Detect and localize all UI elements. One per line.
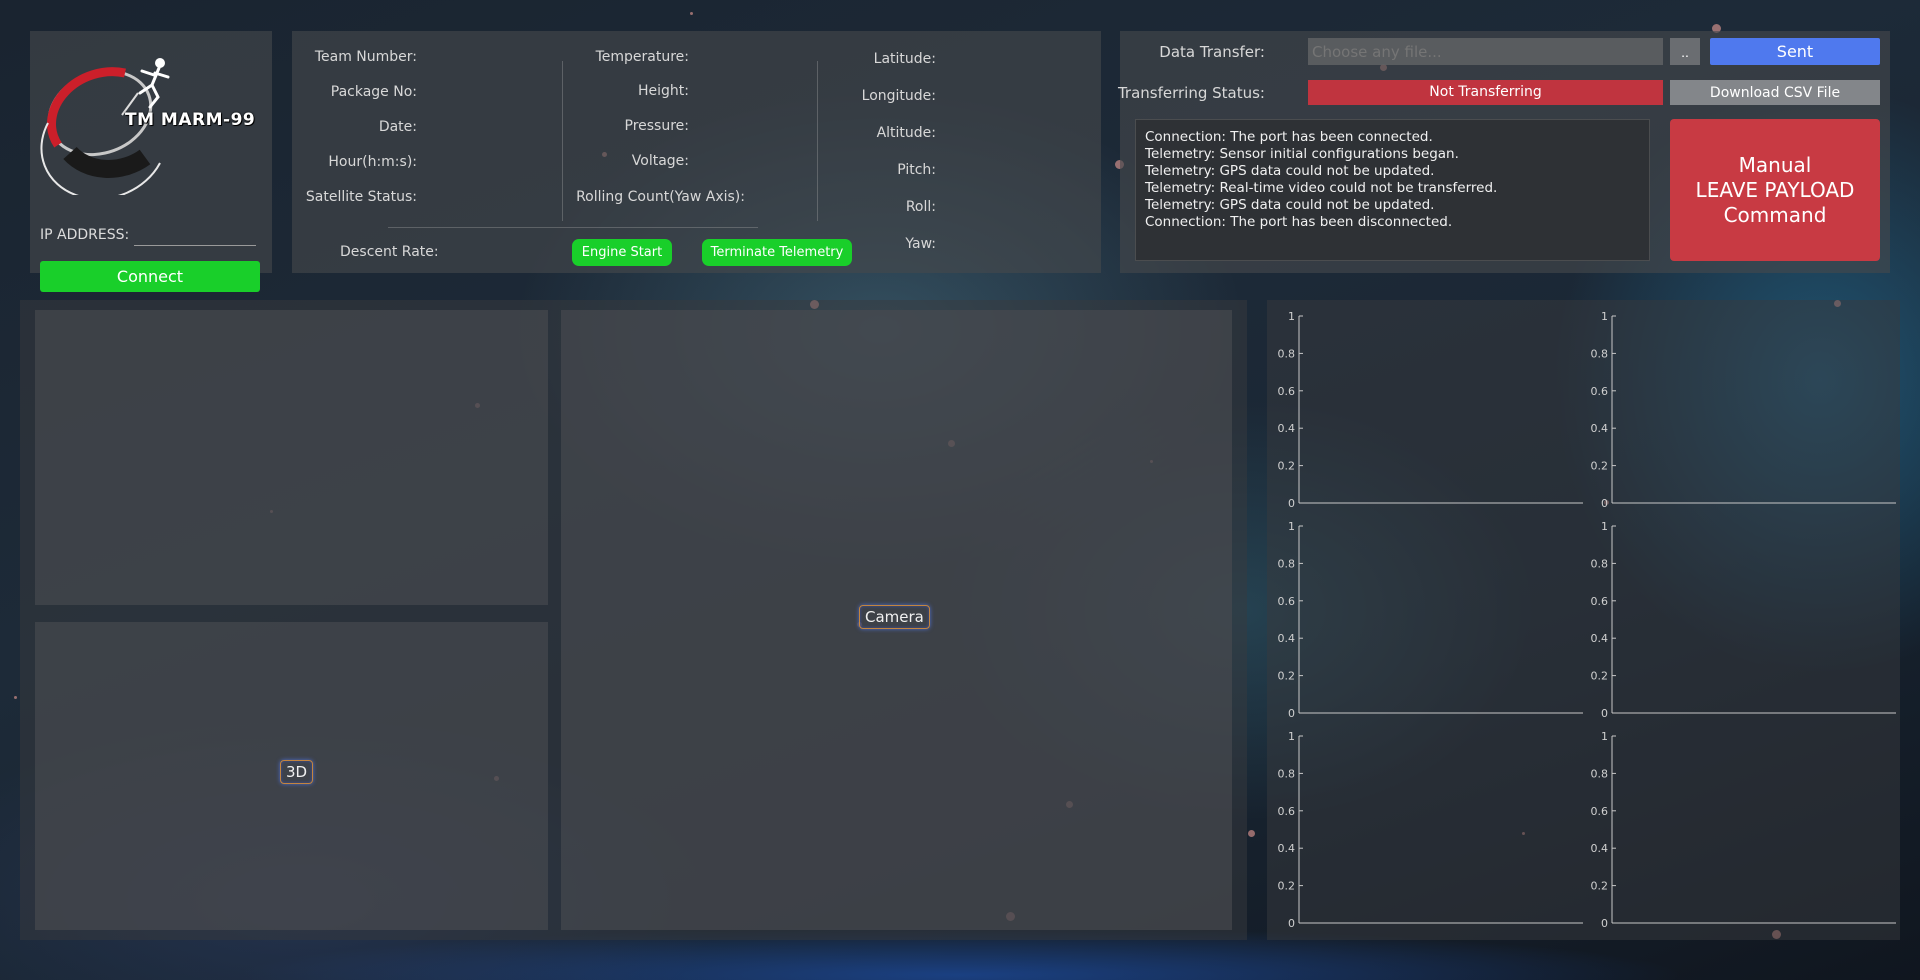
y-tick-label: 0 bbox=[1601, 917, 1608, 930]
satellite-status-label: Satellite Status: bbox=[305, 189, 417, 205]
telemetry-chart-6: 0 0.2 0.4 0.6 0.8 1 bbox=[1590, 728, 1900, 933]
log-line: Telemetry: Real-time video could not be … bbox=[1145, 180, 1498, 196]
y-tick-label: 0.4 bbox=[1278, 632, 1296, 645]
ip-address-label: IP ADDRESS: bbox=[40, 227, 130, 243]
row-divider bbox=[388, 227, 758, 228]
telemetry-chart-1: 0 0.2 0.4 0.6 0.8 1 bbox=[1277, 308, 1587, 513]
camera-view[interactable]: Camera bbox=[561, 310, 1232, 930]
longitude-label: Longitude: bbox=[861, 88, 936, 104]
telemetry-panel: Team Number: Package No: Date: Hour(h:m:… bbox=[292, 31, 1101, 273]
manual-button-line: Command bbox=[1723, 202, 1827, 227]
views-area: 3D Camera bbox=[20, 300, 1247, 940]
y-tick-label: 0.8 bbox=[1591, 347, 1609, 360]
terminate-telemetry-button[interactable]: Terminate Telemetry bbox=[702, 239, 852, 266]
transferring-status-label: Transferring Status: bbox=[1117, 84, 1265, 102]
package-no-label: Package No: bbox=[330, 84, 417, 100]
latitude-label: Latitude: bbox=[873, 51, 936, 67]
y-tick-label: 0 bbox=[1601, 497, 1608, 510]
hour-label: Hour(h:m:s): bbox=[328, 154, 417, 170]
star-speck bbox=[690, 12, 693, 15]
y-tick-label: 0.4 bbox=[1278, 842, 1296, 855]
star-speck bbox=[14, 696, 17, 699]
y-tick-label: 0.6 bbox=[1278, 805, 1296, 818]
star-speck bbox=[1248, 830, 1255, 837]
camera-view-label: Camera bbox=[859, 605, 930, 629]
3d-view[interactable]: 3D bbox=[35, 622, 548, 930]
sent-button[interactable]: Sent bbox=[1710, 38, 1880, 65]
manual-leave-payload-button[interactable]: Manual LEAVE PAYLOAD Command bbox=[1670, 119, 1880, 261]
team-number-label: Team Number: bbox=[314, 49, 417, 65]
transfer-status-badge: Not Transferring bbox=[1308, 80, 1663, 105]
y-tick-label: 0.4 bbox=[1591, 632, 1609, 645]
ip-address-input[interactable] bbox=[134, 224, 256, 246]
column-divider bbox=[562, 61, 563, 221]
y-tick-label: 0.2 bbox=[1278, 880, 1296, 893]
pressure-label: Pressure: bbox=[624, 118, 690, 134]
browse-file-button[interactable]: .. bbox=[1670, 38, 1700, 65]
connect-button[interactable]: Connect bbox=[40, 261, 260, 292]
altitude-label: Altitude: bbox=[876, 125, 936, 141]
date-label: Date: bbox=[378, 119, 417, 135]
y-tick-label: 0.2 bbox=[1591, 460, 1609, 473]
y-tick-label: 0.4 bbox=[1591, 422, 1609, 435]
y-tick-label: 0.2 bbox=[1278, 670, 1296, 683]
y-tick-label: 0 bbox=[1288, 497, 1295, 510]
y-tick-label: 0.2 bbox=[1591, 880, 1609, 893]
y-tick-label: 0.6 bbox=[1591, 595, 1609, 608]
log-line: Connection: The port has been connected. bbox=[1145, 129, 1433, 145]
y-tick-label: 0 bbox=[1288, 707, 1295, 720]
telemetry-chart-3: 0 0.2 0.4 0.6 0.8 1 bbox=[1277, 518, 1587, 723]
y-tick-label: 0 bbox=[1601, 707, 1608, 720]
y-tick-label: 0.8 bbox=[1278, 767, 1296, 780]
descent-rate-label: Descent Rate: bbox=[340, 244, 439, 260]
log-line: Telemetry: GPS data could not be updated… bbox=[1145, 163, 1435, 179]
log-line: Telemetry: Sensor initial configurations… bbox=[1145, 146, 1459, 162]
y-tick-label: 0.6 bbox=[1278, 595, 1296, 608]
yaw-label: Yaw: bbox=[905, 236, 936, 252]
y-tick-label: 0.2 bbox=[1591, 670, 1609, 683]
roll-label: Roll: bbox=[905, 199, 936, 215]
telemetry-chart-2: 0 0.2 0.4 0.6 0.8 1 bbox=[1590, 308, 1900, 513]
3d-view-label: 3D bbox=[280, 760, 314, 784]
y-tick-label: 0.6 bbox=[1278, 385, 1296, 398]
download-csv-button[interactable]: Download CSV File bbox=[1670, 80, 1880, 105]
log-line: Telemetry: GPS data could not be updated… bbox=[1145, 197, 1435, 213]
y-tick-label: 1 bbox=[1288, 520, 1295, 533]
y-tick-label: 0.6 bbox=[1591, 385, 1609, 398]
file-path-input[interactable] bbox=[1308, 38, 1663, 65]
voltage-label: Voltage: bbox=[631, 153, 689, 169]
y-tick-label: 0.4 bbox=[1591, 842, 1609, 855]
manual-button-line: LEAVE PAYLOAD bbox=[1695, 177, 1855, 202]
temperature-label: Temperature: bbox=[595, 49, 689, 65]
y-tick-label: 1 bbox=[1601, 310, 1608, 323]
y-tick-label: 0.6 bbox=[1591, 805, 1609, 818]
telemetry-chart-4: 0 0.2 0.4 0.6 0.8 1 bbox=[1590, 518, 1900, 723]
rolling-count-label: Rolling Count(Yaw Axis): bbox=[576, 189, 745, 205]
engine-start-button[interactable]: Engine Start bbox=[572, 239, 672, 266]
pitch-label: Pitch: bbox=[897, 162, 936, 178]
y-tick-label: 0.8 bbox=[1591, 557, 1609, 570]
y-tick-label: 0.4 bbox=[1278, 422, 1296, 435]
charts-area: 0 0.2 0.4 0.6 0.8 1 0 0.2 0.4 0.6 0.8 1 0 0.2 0.4 0.6… bbox=[1267, 300, 1900, 940]
manual-button-line: Manual bbox=[1738, 152, 1812, 177]
log-line: Connection: The port has been disconnect… bbox=[1145, 214, 1453, 230]
y-tick-label: 1 bbox=[1288, 310, 1295, 323]
y-tick-label: 0 bbox=[1288, 917, 1295, 930]
data-transfer-label: Data Transfer: bbox=[1159, 43, 1265, 61]
y-tick-label: 1 bbox=[1601, 520, 1608, 533]
connection-panel: TM MARM-99 IP ADDRESS: Connect bbox=[30, 31, 272, 292]
y-tick-label: 1 bbox=[1288, 730, 1295, 743]
map-view[interactable] bbox=[35, 310, 548, 605]
transfer-panel: Data Transfer: .. Sent Transferring Stat… bbox=[1117, 31, 1890, 273]
event-log: Connection: The port has been connected.… bbox=[1135, 119, 1650, 261]
height-label: Height: bbox=[638, 83, 689, 99]
y-tick-label: 1 bbox=[1601, 730, 1608, 743]
y-tick-label: 0.8 bbox=[1278, 347, 1296, 360]
column-divider bbox=[817, 61, 818, 221]
telemetry-chart-5: 0 0.2 0.4 0.6 0.8 1 bbox=[1277, 728, 1587, 933]
logo-text: TM MARM-99 bbox=[125, 110, 256, 130]
y-tick-label: 0.2 bbox=[1278, 460, 1296, 473]
y-tick-label: 0.8 bbox=[1591, 767, 1609, 780]
y-tick-label: 0.8 bbox=[1278, 557, 1296, 570]
